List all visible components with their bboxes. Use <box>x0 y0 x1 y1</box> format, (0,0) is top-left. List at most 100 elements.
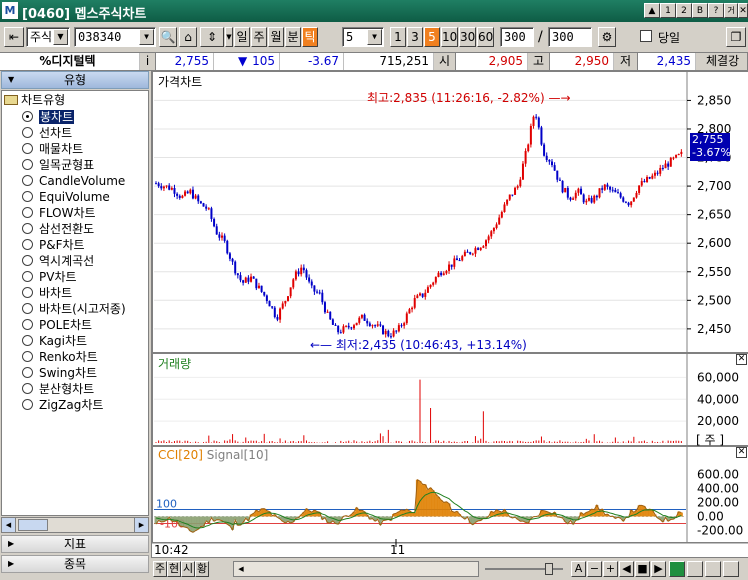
zoom-slider-thumb[interactable] <box>545 563 553 575</box>
period-button[interactable]: 틱 <box>302 27 318 47</box>
go-button[interactable]: 거 <box>724 3 738 18</box>
type-section-header[interactable]: ▼ 유형 <box>1 71 149 89</box>
settings-icon[interactable]: ⚙ <box>598 27 616 47</box>
bottom-tool-button[interactable]: 황 <box>195 561 209 577</box>
radio-icon[interactable] <box>22 111 33 122</box>
interval-button[interactable]: 60 <box>477 27 494 47</box>
period-button[interactable]: 주 <box>251 27 267 47</box>
chart-icon[interactable] <box>705 561 721 577</box>
tree-root[interactable]: 차트유형 <box>4 93 65 108</box>
interval-select[interactable]: 5 ▼ <box>342 27 384 47</box>
period-button[interactable]: 분 <box>285 27 301 47</box>
export-icon[interactable] <box>669 561 685 577</box>
period-button[interactable]: 일 <box>234 27 250 47</box>
chevron-down-icon[interactable]: ▼ <box>367 29 382 45</box>
radio-icon[interactable] <box>22 287 33 298</box>
search-icon[interactable]: 🔍 <box>159 27 177 47</box>
interval-button[interactable]: 10 <box>441 27 458 47</box>
chevron-down-icon[interactable]: ▼ <box>139 29 154 45</box>
period-button[interactable]: 월 <box>268 27 284 47</box>
chart-type-item[interactable]: EquiVolume <box>22 190 110 205</box>
chart-type-item[interactable]: 매물차트 <box>22 142 83 157</box>
close-volume-icon[interactable]: ✕ <box>736 354 747 365</box>
chart-type-item[interactable]: Swing차트 <box>22 366 97 381</box>
scroll-thumb[interactable] <box>18 519 48 531</box>
chart-type-item[interactable]: FLOW차트 <box>22 206 96 221</box>
window-two-button[interactable]: 2 <box>676 3 692 18</box>
zoom-control-button[interactable]: + <box>603 561 618 577</box>
radio-icon[interactable] <box>22 191 33 202</box>
radio-icon[interactable] <box>22 303 33 314</box>
chart-type-item[interactable]: ZigZag차트 <box>22 398 103 413</box>
sidebar-scrollbar[interactable]: ◀ ▶ <box>1 517 149 533</box>
window-layout-icon[interactable]: ❐ <box>726 27 746 47</box>
today-checkbox[interactable] <box>640 30 652 42</box>
bottom-tool-button[interactable]: 주 <box>153 561 167 577</box>
info-button[interactable]: i <box>140 53 156 70</box>
radio-icon[interactable] <box>22 207 33 218</box>
chart-type-item[interactable]: Kagi차트 <box>22 334 87 349</box>
interval-button[interactable]: 30 <box>459 27 476 47</box>
zoom-control-button[interactable]: − <box>587 561 602 577</box>
window-one-button[interactable]: 1 <box>660 3 676 18</box>
chart-area[interactable]: 2,8502,8002,7502,7002,6502,6002,5502,500… <box>151 71 748 580</box>
radio-icon[interactable] <box>22 127 33 138</box>
chart-type-item[interactable]: POLE차트 <box>22 318 92 333</box>
radio-icon[interactable] <box>22 351 33 362</box>
radio-icon[interactable] <box>22 239 33 250</box>
radio-icon[interactable] <box>22 383 33 394</box>
chart-type-item[interactable]: 선차트 <box>22 126 72 141</box>
chevron-down-icon[interactable]: ▼ <box>53 29 68 45</box>
bottom-tool-button[interactable]: 현 <box>167 561 181 577</box>
zoom-control-button[interactable]: ◀ <box>619 561 634 577</box>
stepper-dropdown-icon[interactable]: ▼ <box>225 27 233 47</box>
back-icon[interactable]: ⇤ <box>4 27 24 47</box>
chart-type-item[interactable]: 바차트(시고저종) <box>22 302 126 317</box>
bottom-tool-button[interactable]: 시 <box>181 561 195 577</box>
chart-type-item[interactable]: Renko차트 <box>22 350 98 365</box>
radio-icon[interactable] <box>22 175 33 186</box>
total-input[interactable]: 300 <box>548 27 592 47</box>
radio-icon[interactable] <box>22 367 33 378</box>
stock-name[interactable]: %디지털텍 <box>0 53 140 70</box>
lock-icon[interactable]: ⌂ <box>179 27 197 47</box>
close-cci-icon[interactable]: ✕ <box>736 447 747 458</box>
radio-icon[interactable] <box>22 399 33 410</box>
scroll-right-icon[interactable]: ▶ <box>134 518 148 532</box>
stepper-icon[interactable]: ⇕ <box>200 27 224 47</box>
chart-canvas[interactable]: 2,8502,8002,7502,7002,6502,6002,5502,500… <box>152 71 748 557</box>
interval-button[interactable]: 3 <box>407 27 423 47</box>
zoom-slider[interactable] <box>485 561 563 577</box>
chart-scrollbar[interactable]: ◀ <box>233 561 479 577</box>
radio-icon[interactable] <box>22 223 33 234</box>
chart-type-item[interactable]: 바차트 <box>22 286 72 301</box>
count-input[interactable]: 300 <box>500 27 534 47</box>
chart-type-item[interactable]: 분산형차트 <box>22 382 94 397</box>
interval-button[interactable]: 1 <box>390 27 406 47</box>
tab-indicator[interactable]: ▶ 지표 <box>1 535 149 553</box>
radio-icon[interactable] <box>22 255 33 266</box>
chart-type-item[interactable]: PV차트 <box>22 270 77 285</box>
radio-icon[interactable] <box>22 335 33 346</box>
pin-button[interactable]: ▲ <box>644 3 660 18</box>
chart-type-item[interactable]: 일목균형표 <box>22 158 94 173</box>
chart-type-item[interactable]: 삼선전환도 <box>22 222 94 237</box>
save-layout-button[interactable]: B <box>692 3 708 18</box>
radio-icon[interactable] <box>22 271 33 282</box>
grid-icon[interactable] <box>723 561 739 577</box>
zoom-control-button[interactable]: ■ <box>635 561 650 577</box>
market-select[interactable]: 주식 ▼ <box>26 27 70 47</box>
zoom-control-button[interactable]: A <box>571 561 586 577</box>
scroll-left-icon[interactable]: ◀ <box>2 518 16 532</box>
help-button[interactable]: ? <box>708 3 724 18</box>
zoom-control-button[interactable]: ▶ <box>651 561 666 577</box>
radio-icon[interactable] <box>22 319 33 330</box>
tab-stock[interactable]: ▶ 종목 <box>1 555 149 573</box>
close-button[interactable]: ✕ <box>738 3 748 18</box>
interval-button[interactable]: 5 <box>424 27 440 47</box>
stock-code-input[interactable]: 038340 ▼ <box>74 27 156 47</box>
chart-type-item[interactable]: P&F차트 <box>22 238 85 253</box>
chart-type-item[interactable]: 역시계곡선 <box>22 254 94 269</box>
chart-type-item[interactable]: 봉차트 <box>22 110 75 125</box>
radio-icon[interactable] <box>22 143 33 154</box>
